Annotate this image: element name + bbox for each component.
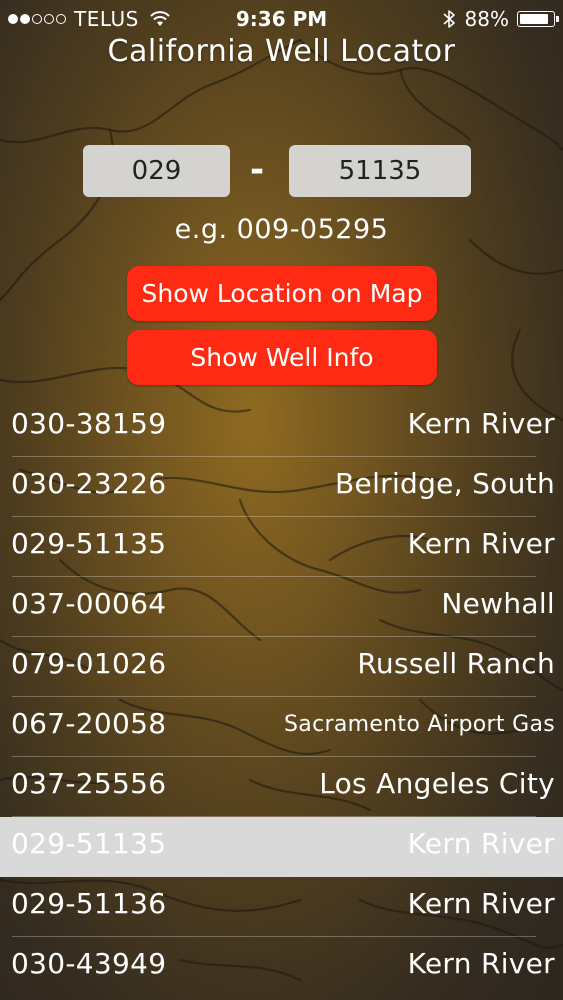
list-item[interactable]: 037-25556 Los Angeles City (0, 757, 563, 817)
well-id: 067-20058 (11, 707, 167, 740)
well-id: 030-38159 (11, 407, 167, 440)
well-id: 029-51135 (11, 527, 167, 560)
show-well-info-button[interactable]: Show Well Info (127, 330, 437, 385)
battery-icon (517, 11, 559, 27)
field-name: Kern River (407, 827, 555, 860)
field-name: Belridge, South (335, 467, 555, 500)
well-prefix-input[interactable] (83, 145, 230, 197)
separator-dash: - (250, 150, 265, 190)
well-id: 029-51135 (11, 827, 167, 860)
list-item[interactable]: 030-23226 Belridge, South (0, 457, 563, 517)
list-item[interactable]: 029-51135 Kern River (0, 517, 563, 577)
well-id: 079-01026 (11, 647, 167, 680)
well-id: 030-23226 (11, 467, 167, 500)
example-hint: e.g. 009-05295 (174, 214, 389, 245)
field-name: Russell Ranch (357, 647, 555, 680)
status-bar: TELUS 9:36 PM 88% (0, 0, 563, 38)
field-name: Kern River (407, 407, 555, 440)
well-number-input[interactable] (289, 145, 471, 197)
battery-level (520, 14, 549, 24)
bluetooth-icon (443, 10, 455, 28)
field-name: Kern River (407, 947, 555, 980)
status-right: 88% (443, 7, 559, 31)
well-id: 030-43949 (11, 947, 167, 980)
field-name: Sacramento Airport Gas (284, 712, 555, 737)
recent-wells-list: 030-38159 Kern River 030-23226 Belridge,… (0, 397, 563, 997)
list-item[interactable]: 079-01026 Russell Ranch (0, 637, 563, 697)
field-name: Newhall (441, 587, 555, 620)
well-id: 037-00064 (11, 587, 167, 620)
show-location-on-map-button[interactable]: Show Location on Map (127, 266, 437, 321)
field-name: Los Angeles City (319, 767, 555, 800)
field-name: Kern River (407, 887, 555, 920)
battery-percent: 88% (464, 7, 509, 31)
list-item[interactable]: 030-43949 Kern River (0, 937, 563, 997)
list-item[interactable]: 067-20058 Sacramento Airport Gas (0, 697, 563, 757)
list-item[interactable]: 029-51136 Kern River (0, 877, 563, 937)
list-item-selected[interactable]: 029-51135 Kern River (0, 817, 563, 877)
well-id: 037-25556 (11, 767, 167, 800)
list-item[interactable]: 030-38159 Kern River (0, 397, 563, 457)
field-name: Kern River (407, 527, 555, 560)
app-title: California Well Locator (107, 34, 456, 69)
well-id: 029-51136 (11, 887, 167, 920)
list-item[interactable]: 037-00064 Newhall (0, 577, 563, 637)
